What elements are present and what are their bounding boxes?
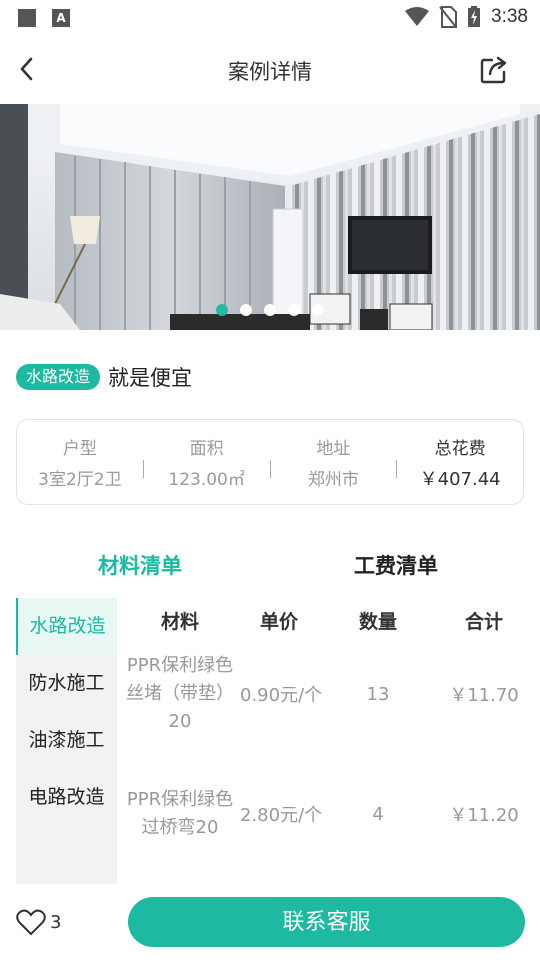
column-header-qty: 数量: [358, 610, 397, 633]
info-address-value: 郑州市: [307, 470, 359, 490]
carousel-indicator: [0, 304, 540, 316]
materials-table: 材料 单价 数量 合计 PPR保利绿色丝堵（带垫）20 0.90元/个 13 ￥…: [120, 598, 530, 839]
case-title: 就是便宜: [108, 366, 193, 390]
table-row: PPR保利绿色过桥弯20 2.80元/个 4 ￥11.20: [120, 772, 530, 856]
info-address-label: 地址: [316, 439, 351, 459]
wifi-icon: [405, 7, 430, 26]
page-title: 案例详情: [228, 60, 312, 84]
notification-a-icon: A: [52, 9, 70, 27]
sidebar-item-electrical[interactable]: 电路改造: [16, 769, 117, 826]
case-photo-carousel[interactable]: [0, 104, 540, 330]
material-name: PPR保利绿色过桥弯20: [126, 789, 234, 838]
line-total: ￥11.70: [449, 685, 519, 706]
info-total: 总花费 ￥407.44: [397, 434, 523, 491]
carousel-dot[interactable]: [288, 304, 300, 316]
column-header-price: 单价: [259, 610, 298, 633]
info-layout-value: 3室2厅2卫: [38, 470, 122, 490]
status-bar: A 3:38: [0, 0, 540, 36]
quantity: 4: [372, 803, 384, 825]
column-header-total: 合计: [464, 610, 503, 633]
info-area-label: 面积: [189, 439, 224, 459]
sidebar-item-waterproofing[interactable]: 防水施工: [16, 655, 117, 712]
room-photo: [0, 104, 540, 330]
contact-service-button[interactable]: 联系客服: [128, 897, 525, 947]
unit-price: 2.80元/个: [240, 805, 323, 826]
heart-icon: [16, 909, 46, 936]
app-header: 案例详情: [0, 36, 540, 104]
notification-square-icon: [18, 9, 36, 27]
no-sim-icon: [439, 6, 458, 28]
info-total-label: 总花费: [434, 438, 486, 459]
carousel-dot[interactable]: [264, 304, 276, 316]
info-area: 面积 123.00㎡: [144, 434, 270, 490]
info-total-value: ￥407.44: [419, 468, 501, 490]
sidebar-item-painting[interactable]: 油漆施工: [16, 712, 117, 769]
tab-materials[interactable]: 材料清单: [98, 550, 182, 580]
tab-labor[interactable]: 工费清单: [354, 550, 438, 580]
category-sidebar: 水路改造 防水施工 油漆施工 电路改造: [16, 598, 117, 884]
table-header: 材料 单价 数量 合计: [120, 598, 530, 642]
column-header-material: 材料: [160, 610, 199, 633]
category-tag: 水路改造: [16, 364, 101, 390]
info-address: 地址 郑州市: [271, 434, 397, 490]
bottom-action-bar: 3 联系客服: [0, 884, 540, 960]
material-name: PPR保利绿色丝堵（带垫）20: [126, 655, 234, 732]
like-count: 3: [50, 911, 62, 933]
info-layout: 户型 3室2厅2卫: [17, 434, 143, 490]
like-button[interactable]: 3: [16, 908, 61, 936]
share-icon[interactable]: [478, 54, 510, 86]
case-heading: 水路改造 就是便宜: [16, 362, 192, 392]
carousel-dot[interactable]: [240, 304, 252, 316]
carousel-dot[interactable]: [312, 304, 324, 316]
unit-price: 0.90元/个: [240, 685, 323, 706]
case-info-card: 户型 3室2厅2卫 面积 123.00㎡ 地址 郑州市 总花费 ￥407.44: [16, 419, 524, 505]
info-layout-label: 户型: [62, 439, 97, 459]
list-tabs: 材料清单 工费清单: [0, 550, 540, 590]
carousel-dot[interactable]: [216, 304, 228, 316]
table-row: PPR保利绿色丝堵（带垫）20 0.90元/个 13 ￥11.70: [120, 652, 530, 736]
info-area-value: 123.00㎡: [168, 470, 245, 490]
clock: 3:38: [491, 6, 528, 27]
battery-charging-icon: [468, 6, 481, 27]
line-total: ￥11.20: [449, 805, 519, 826]
quantity: 13: [366, 683, 390, 705]
sidebar-item-plumbing[interactable]: 水路改造: [16, 598, 117, 655]
